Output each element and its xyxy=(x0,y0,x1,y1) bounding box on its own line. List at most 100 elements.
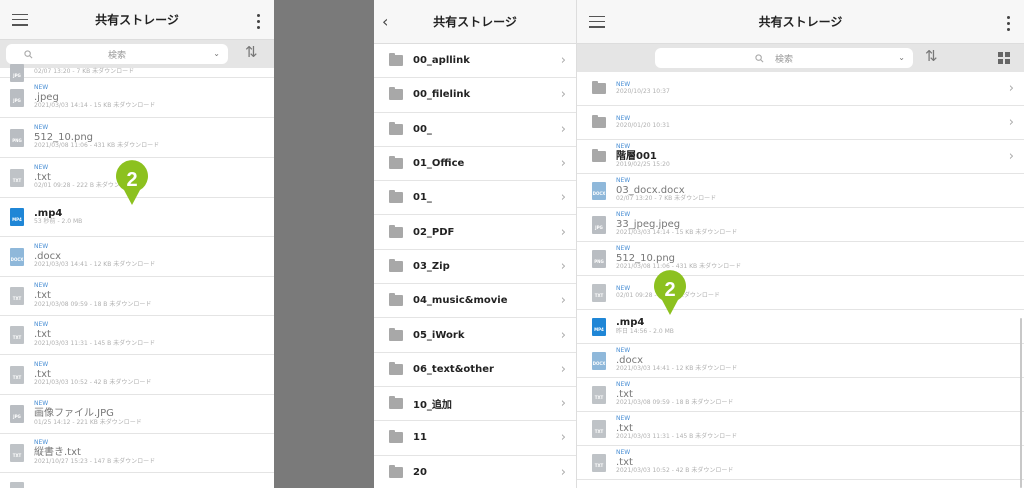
folder-icon xyxy=(389,361,403,375)
folder-item[interactable]: 06_text&other › xyxy=(374,353,576,387)
search-placeholder: 検索 xyxy=(107,50,126,61)
folder-icon xyxy=(389,121,403,135)
back-arrow-icon[interactable]: ‹ xyxy=(382,12,388,31)
folder-icon xyxy=(389,87,403,101)
chevron-right-icon: › xyxy=(560,190,566,206)
chevron-right-icon: › xyxy=(560,121,566,137)
list-item[interactable]: NEW 2020/10/23 10:37 › xyxy=(577,72,1024,106)
folder-name: 02_PDF xyxy=(413,226,455,238)
file-meta: NEW .jpeg 2021/03/03 14:14 - 15 KB 未ダウンロード xyxy=(34,83,156,110)
new-badge: NEW xyxy=(616,346,631,354)
file-meta: NEW .docx 2021/03/03 14:41 - 12 KB 未ダウンロード xyxy=(616,346,737,373)
folder-item[interactable]: 00_apllink › xyxy=(374,44,576,79)
docx-file-icon: DOCX xyxy=(592,181,606,200)
chevron-down-icon[interactable]: ⌄ xyxy=(213,49,220,58)
file-detail: 2021/03/03 14:14 - 15 KB 未ダウンロード xyxy=(34,102,156,110)
file-detail: 2021/03/03 10:52 - 42 B 未ダウンロード xyxy=(616,467,734,475)
txt-file-icon: TXT xyxy=(10,365,24,384)
file-meta: NEW 33_jpeg.jpeg 2021/03/03 14:14 - 15 KB … xyxy=(616,210,737,237)
new-badge: NEW xyxy=(34,123,49,131)
txt-file-icon: TXT xyxy=(10,287,24,305)
txt-file-icon: TXT xyxy=(592,453,606,472)
list-item[interactable]: NEW 階層001 2019/02/25 15:20 › xyxy=(577,140,1024,174)
scrollbar[interactable] xyxy=(1020,318,1022,488)
file-meta: NEW 03_docx.docx 02/07 13:20 - 7 KB 未ダウンロー… xyxy=(616,177,716,203)
new-badge: NEW xyxy=(34,83,49,91)
grid-view-icon[interactable] xyxy=(998,52,1010,64)
mp4-file-icon: MP4 xyxy=(592,317,606,336)
file-meta: NEW 画像ファイル.JPG 01/25 14:12 - 221 KB 未ダウンロー… xyxy=(34,400,142,426)
step-badge-number: 2 xyxy=(664,279,675,301)
list-item[interactable]: NEW 2020/01/20 10:31 › xyxy=(577,106,1024,140)
list-item[interactable]: TXT NEW .txt 2021/03/03 10:52 - 42 B 未ダウンロー… xyxy=(577,446,1024,480)
folder-icon xyxy=(389,293,403,307)
folder-icon xyxy=(389,396,403,410)
file-detail: 53 秒前 - 2.0 MB xyxy=(34,218,83,226)
chevron-down-icon[interactable]: ⌄ xyxy=(898,53,905,62)
list-item[interactable]: TXT NEW .txt 2021/03/08 09:59 - 18 B 未ダウンロー… xyxy=(577,378,1024,412)
folder-item[interactable]: 02_PDF › xyxy=(374,215,576,250)
folder-item[interactable]: 04_music&movie › xyxy=(374,284,576,319)
menu-icon[interactable] xyxy=(589,15,605,28)
folder-item[interactable]: 00_filelink › xyxy=(374,78,576,113)
list-item[interactable]: MP4 .mp4 昨日 14:56 - 2.0 MB xyxy=(577,310,1024,344)
folder-pane-header: ‹ 共有ストレージ xyxy=(374,0,576,44)
list-item[interactable]: TXT NEW .txt 2021/03/03 11:31 - 145 B 未ダウンロ… xyxy=(577,412,1024,446)
folder-name: 00_ xyxy=(413,123,432,135)
folder-item[interactable]: 10_追加 › xyxy=(374,387,576,422)
sort-icon[interactable]: ⇅ xyxy=(245,43,258,61)
chevron-right-icon: › xyxy=(1008,81,1014,96)
folder-item[interactable]: 00_ › xyxy=(374,113,576,147)
chevron-right-icon: › xyxy=(560,327,566,343)
list-item[interactable]: DOCX NEW .docx 2021/03/03 14:41 - 12 KB 未ダウ… xyxy=(577,344,1024,378)
menu-icon[interactable] xyxy=(12,13,28,26)
more-options-icon[interactable] xyxy=(1007,16,1010,31)
folder-name: 00_apllink xyxy=(413,55,470,67)
folder-item[interactable]: 20 › xyxy=(374,456,576,488)
new-badge: NEW xyxy=(34,321,49,329)
new-badge: NEW xyxy=(616,142,631,150)
search-input[interactable]: 検索 ⌄ xyxy=(655,48,913,68)
folder-item[interactable]: 05_iWork › xyxy=(374,318,576,353)
folder-name: 04_music&movie xyxy=(413,295,508,307)
folder-pane-title: 共有ストレージ xyxy=(433,15,517,29)
search-input[interactable]: 検索 ⌄ xyxy=(6,44,228,64)
folder-item[interactable]: 01_Office › xyxy=(374,147,576,182)
list-item[interactable]: PNG NEW 512_10.png 2021/03/08 11:06 - 431 K… xyxy=(577,242,1024,276)
list-item[interactable]: PNG NEW 512_10.png 2021/03/08 11:06 - 431 K… xyxy=(0,118,274,158)
folder-item[interactable]: 11 › xyxy=(374,421,576,456)
new-badge: NEW xyxy=(616,380,631,388)
list-item[interactable]: JPG NEW 画像ファイル.JPG 01/25 14:12 - 221 KB 未ダウ… xyxy=(0,395,274,434)
search-placeholder: 検索 xyxy=(774,54,793,65)
list-item[interactable]: TXT NEW .txt 2021/03/08 09:59 - 18 B 未ダウンロー… xyxy=(0,277,274,316)
file-detail: 2021/03/03 11:31 - 145 B 未ダウンロード xyxy=(34,339,156,347)
folder-item[interactable]: 01_ › xyxy=(374,181,576,216)
list-item[interactable]: JPG 02/07 13:20 - 7 KB 未ダウンロード xyxy=(0,63,274,82)
file-detail: 2021/03/08 11:06 - 431 KB 未ダウンロード xyxy=(34,142,160,150)
list-item[interactable]: DOCX NEW 03_docx.docx 02/07 13:20 - 7 KB 未ダ… xyxy=(577,174,1024,208)
list-item[interactable]: TXT NEW .txt 2021/03/03 11:31 - 145 B 未ダウンロ… xyxy=(0,316,274,355)
page-title: 共有ストレージ xyxy=(95,13,179,27)
step-badge-number: 2 xyxy=(126,169,137,191)
docx-file-icon: DOCX xyxy=(10,247,24,266)
step-badge-icon: 2 xyxy=(116,160,148,205)
list-item[interactable]: TXTNEW02/01 09:28 - 222 B 未ダウンロード xyxy=(577,276,1024,310)
new-badge: NEW xyxy=(616,210,631,218)
sort-icon[interactable]: ⇅ xyxy=(925,47,938,65)
file-meta: NEW 階層001 2019/02/25 15:20 xyxy=(616,142,670,169)
folder-icon xyxy=(389,156,403,170)
list-item[interactable]: DOCX NEW .docx 2021/03/03 14:41 - 12 KB 未ダウ… xyxy=(0,237,274,277)
list-item[interactable]: TXT NEW .txt 2021/03/03 10:52 - 42 B 未ダウンロー… xyxy=(0,355,274,395)
file-detail: 昨日 14:56 - 2.0 MB xyxy=(616,327,674,335)
list-item[interactable]: JPG NEW .jpeg 2021/03/03 14:14 - 15 KB 未ダウン… xyxy=(0,78,274,118)
folder-icon xyxy=(389,464,403,478)
list-item[interactable]: JPG NEW 33_jpeg.jpeg 2021/03/03 14:14 - 15 … xyxy=(577,208,1024,242)
folder-icon xyxy=(389,53,403,67)
folder-item[interactable]: 03_Zip › xyxy=(374,250,576,285)
search-bar: 検索 ⌄ ⇅ xyxy=(577,44,1024,72)
folder-name: 05_iWork xyxy=(413,329,465,341)
new-badge: NEW xyxy=(616,244,631,252)
list-item[interactable]: TXT xyxy=(0,473,274,488)
more-options-icon[interactable] xyxy=(257,14,260,29)
list-item[interactable]: TXT NEW 縦書き.txt 2021/10/27 15:23 - 147 B 未ダ… xyxy=(0,434,274,473)
